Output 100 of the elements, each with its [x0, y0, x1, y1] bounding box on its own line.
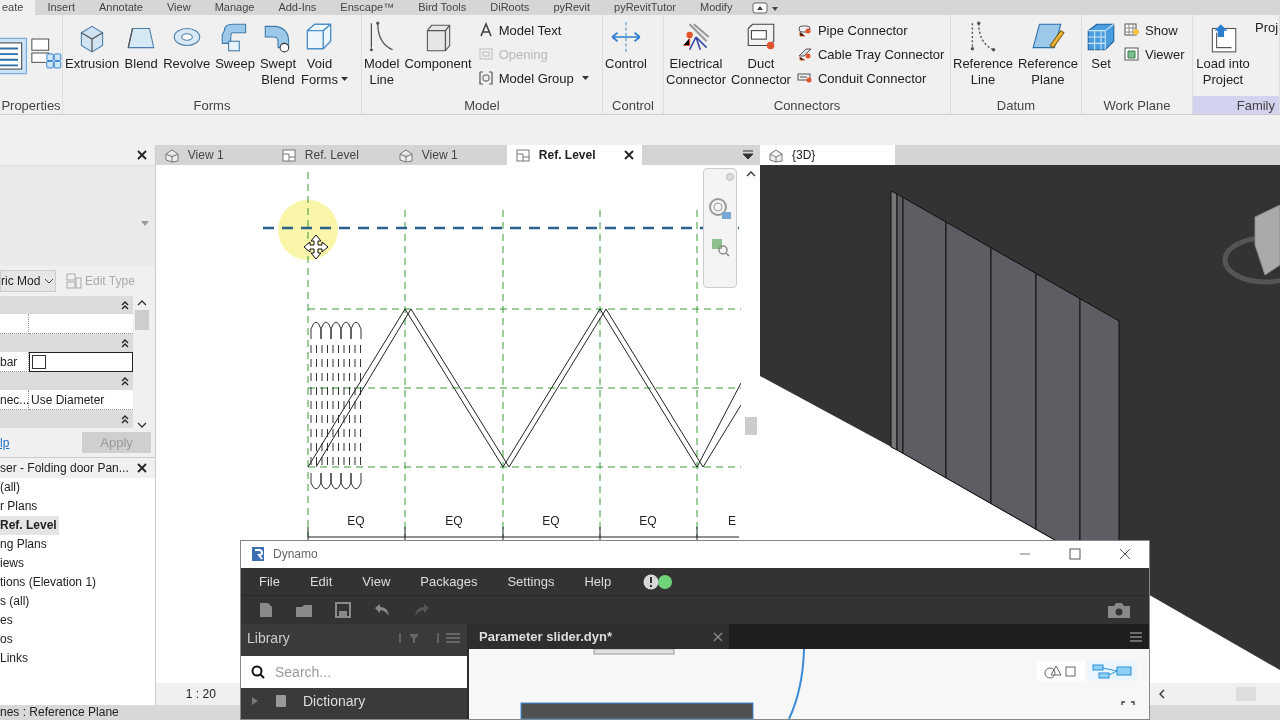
menu-item[interactable]: Packages [420, 574, 478, 590]
tree-item[interactable]: Ref. Level [0, 516, 59, 535]
ribbon-tab[interactable]: Annotate [86, 0, 155, 15]
ribbon-tab[interactable]: Manage [202, 0, 267, 15]
house-icon [768, 147, 784, 163]
grid-bulb-icon [1124, 22, 1140, 38]
ribbon-tab[interactable]: pyRevit [541, 0, 603, 15]
type-dropdown[interactable]: ric Mod [0, 270, 56, 292]
view-tab[interactable]: View 1 [389, 145, 507, 165]
ribbon-tab[interactable]: Bird Tools [406, 0, 479, 15]
view-tab[interactable]: View 1 [155, 145, 273, 165]
ribbon-tab[interactable]: pyRevitTutor [602, 0, 688, 15]
close-icon[interactable] [1119, 548, 1131, 561]
collapse-icon [121, 376, 129, 386]
properties-icon[interactable] [0, 36, 28, 76]
menu-item[interactable]: Help [584, 574, 612, 590]
dimension-label: EQ [639, 514, 657, 528]
tree-item[interactable]: ng Plans [0, 535, 49, 554]
zoom-icon[interactable] [709, 237, 730, 257]
tree-item[interactable]: os [0, 630, 15, 649]
type-properties-icon[interactable] [30, 36, 62, 70]
ribbon-button[interactable]: Duct Connector [728, 18, 793, 90]
tree-item[interactable]: Links [0, 649, 30, 668]
new-file-icon[interactable] [259, 602, 273, 619]
type-icon [66, 273, 82, 289]
maximize-icon[interactable] [1069, 548, 1081, 561]
ribbon-button[interactable]: Cable Tray Connector [793, 44, 948, 64]
ribbon-button[interactable]: Pipe Connector [793, 20, 948, 40]
ribbon-tab[interactable]: eate [0, 0, 36, 15]
view-tab[interactable]: {3D} [760, 145, 895, 165]
folder-icon[interactable] [295, 602, 313, 619]
close-icon[interactable] [136, 150, 147, 160]
scroll-down-icon [137, 422, 147, 428]
menu-icon[interactable] [1129, 630, 1143, 643]
ribbon-button[interactable]: Control [603, 18, 649, 74]
graph-node[interactable] [520, 702, 754, 719]
ribbon-button[interactable]: Extrusion [63, 18, 122, 74]
dimension-label: EQ [445, 514, 463, 528]
ribbon-tab[interactable]: Add-Ins [266, 0, 329, 15]
undo-icon[interactable] [373, 603, 391, 618]
ribbon-button[interactable]: Model Line [362, 18, 402, 90]
ribbon-button[interactable]: Revolve [161, 18, 213, 74]
tab-list-icon[interactable] [742, 150, 754, 160]
close-icon[interactable] [623, 150, 634, 160]
ribbon-button[interactable]: Void Forms [299, 18, 349, 90]
opening-icon [477, 46, 494, 62]
ribbon-tab[interactable]: Modify [688, 0, 745, 15]
ribbon-button[interactable]: Model Text [474, 20, 592, 40]
dimension-label: EQ [347, 514, 365, 528]
tree-item[interactable]: es [0, 611, 15, 630]
ribbon-tab[interactable]: Insert [35, 0, 87, 15]
scrollbar-thumb[interactable] [135, 310, 149, 330]
ribbon-tab[interactable]: Enscape™ [328, 0, 407, 15]
menu-item[interactable]: View [362, 574, 391, 590]
menu-item[interactable]: Settings [507, 574, 555, 590]
ribbon-tab[interactable]: View [155, 0, 203, 15]
ribbon-button[interactable]: Viewer [1121, 44, 1188, 64]
scrollbar-thumb[interactable] [745, 417, 757, 435]
view-cube-icon[interactable] [1222, 204, 1280, 285]
geometry-view-button[interactable] [1037, 661, 1085, 681]
ribbon-tab[interactable]: DiRoots [478, 0, 542, 15]
ribbon-button[interactable]: Blend [122, 18, 161, 74]
ribbon-button[interactable]: Show [1121, 20, 1188, 40]
tree-item[interactable]: r Plans [0, 497, 40, 516]
filter-icon[interactable] [399, 632, 439, 644]
viewer-icon [1124, 46, 1140, 62]
close-icon[interactable] [136, 463, 147, 473]
save-icon[interactable] [335, 602, 351, 619]
menu-item[interactable]: Edit [309, 574, 333, 590]
ribbon-button[interactable]: Load into Project [1193, 18, 1253, 90]
ribbon-button[interactable]: Sweep [213, 18, 257, 74]
tree-item[interactable]: tions (Elevation 1) [0, 573, 99, 592]
camera-icon[interactable] [1107, 601, 1131, 620]
property-value-field[interactable] [29, 352, 133, 372]
ribbon-button[interactable]: Set [1082, 18, 1120, 74]
view-tab[interactable]: Ref. Level [272, 145, 390, 165]
ribbon-button[interactable]: Reference Line [951, 18, 1015, 90]
tree-item[interactable]: (all) [0, 478, 22, 497]
scale-label[interactable]: 1 : 20 [185, 687, 216, 701]
ribbon-button[interactable]: Conduit Connector [793, 68, 948, 88]
tree-item[interactable]: s (all) [0, 592, 32, 611]
panel-title: ser - Folding door Pan... [0, 461, 129, 475]
ribbon-button[interactable]: Model Group [474, 68, 592, 88]
steering-wheel-icon[interactable] [707, 197, 732, 221]
list-view-icon[interactable] [445, 632, 461, 644]
ribbon-button[interactable]: Swept Blend [257, 18, 299, 90]
menu-item[interactable]: File [259, 574, 280, 590]
view-tab[interactable]: Ref. Level [506, 145, 642, 165]
search-field[interactable]: Search... [241, 656, 467, 688]
tree-item[interactable]: iews [0, 554, 26, 573]
ribbon-button[interactable]: Reference Plane [1016, 18, 1080, 90]
scroll-left-icon[interactable] [1158, 689, 1166, 699]
ribbon-button[interactable]: Electrical Connector [664, 18, 728, 90]
checkbox[interactable] [32, 355, 46, 369]
help-link[interactable]: lp [0, 435, 10, 450]
pipe-connector-icon [796, 22, 813, 38]
graph-view-button[interactable] [1087, 661, 1137, 681]
ribbon-button[interactable]: Proj [1254, 18, 1279, 38]
ribbon-button[interactable]: Component [402, 18, 474, 74]
file-tab[interactable]: Parameter slider.dyn* [469, 624, 729, 649]
